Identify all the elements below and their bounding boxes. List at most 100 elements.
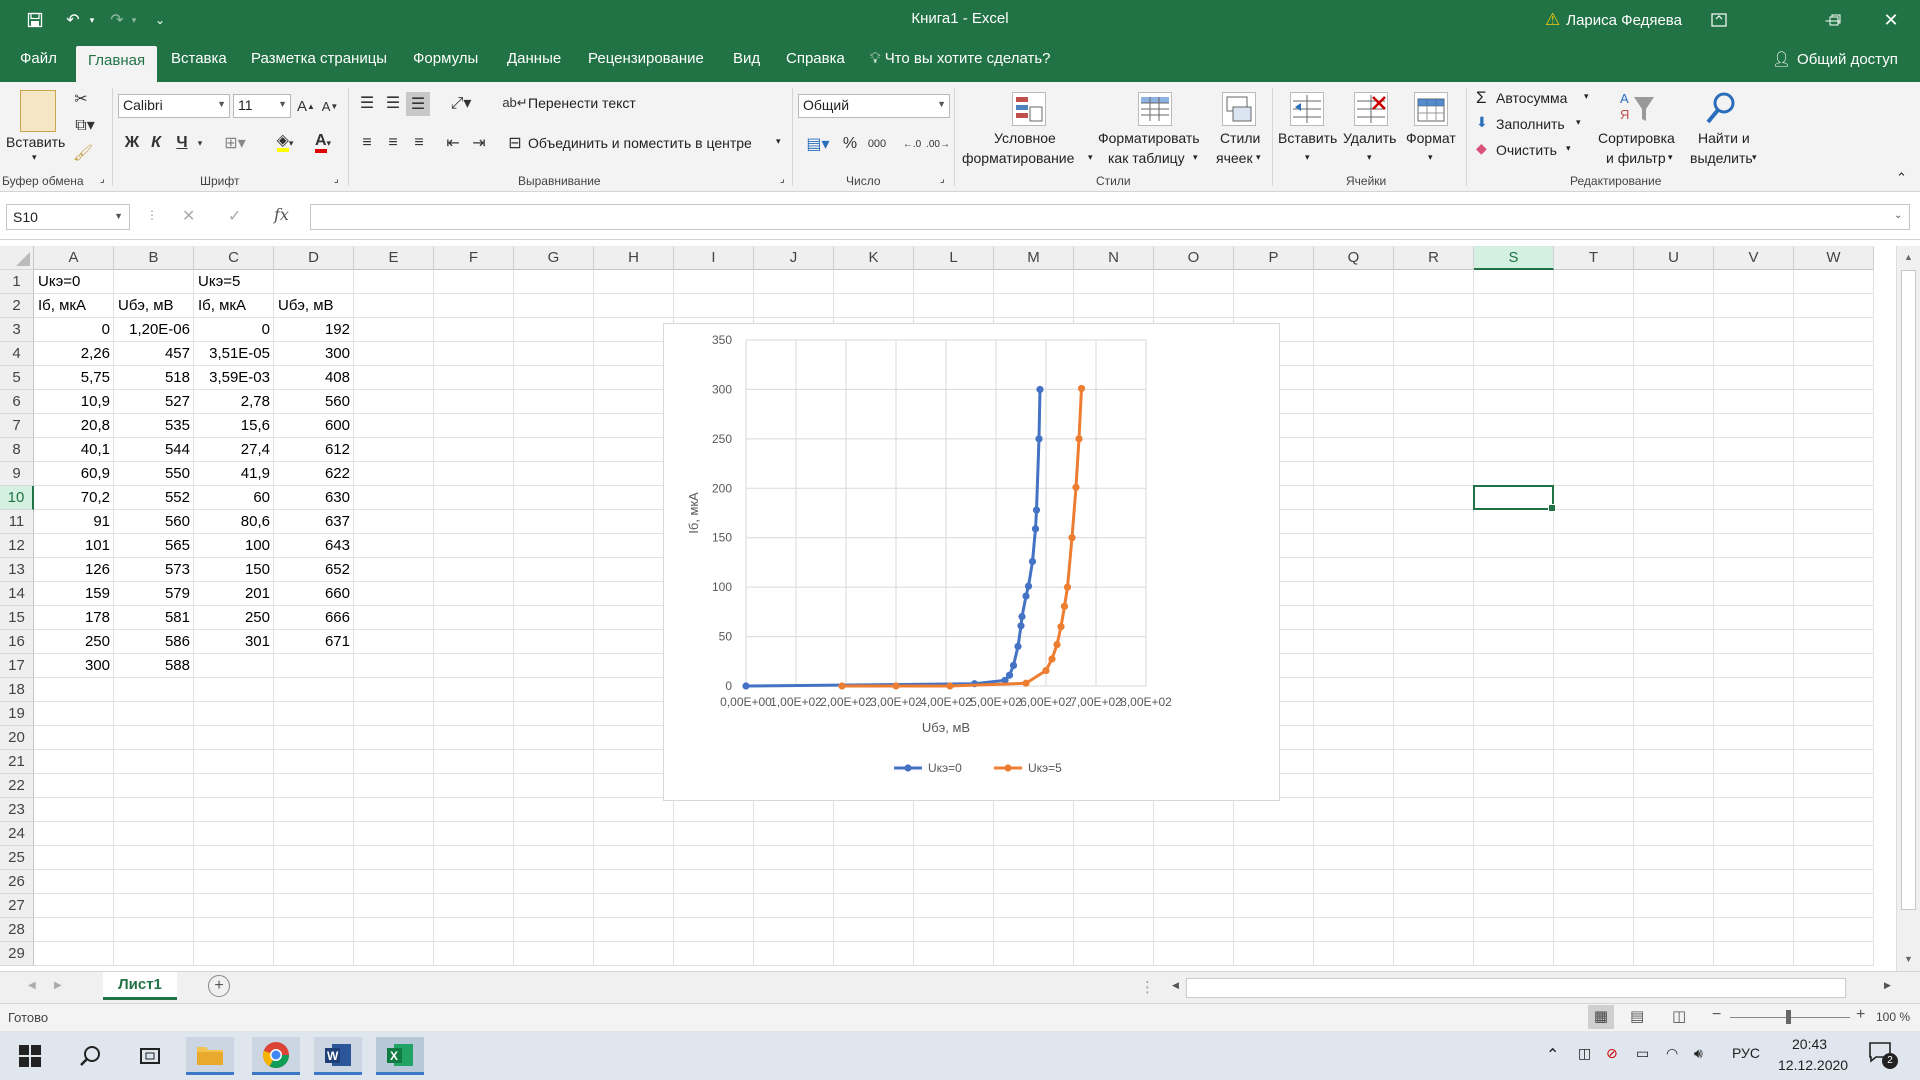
sheet-tab-1[interactable]: Лист1 — [103, 972, 177, 1000]
cell-b17[interactable]: 588 — [114, 654, 194, 678]
row-header-1[interactable]: 1 — [0, 270, 34, 294]
row-header-19[interactable]: 19 — [0, 702, 34, 726]
row-header-29[interactable]: 29 — [0, 942, 34, 966]
row-header-4[interactable]: 4 — [0, 342, 34, 366]
cell-a3[interactable]: 0 — [34, 318, 114, 342]
cell-a5[interactable]: 5,75 — [34, 366, 114, 390]
cell-c3[interactable]: 0 — [194, 318, 274, 342]
column-header-i[interactable]: I — [674, 246, 754, 270]
word-icon[interactable]: W — [314, 1037, 362, 1075]
zoom-in-icon[interactable]: + — [1856, 1006, 1865, 1024]
scroll-up-icon[interactable]: ▲ — [1904, 252, 1913, 262]
column-header-r[interactable]: R — [1394, 246, 1474, 270]
row-header-24[interactable]: 24 — [0, 822, 34, 846]
cell-d11[interactable]: 637 — [274, 510, 354, 534]
column-header-j[interactable]: J — [754, 246, 834, 270]
cell-d7[interactable]: 600 — [274, 414, 354, 438]
volume-icon[interactable]: 🔊︎ — [1694, 1045, 1703, 1062]
zoom-out-icon[interactable]: − — [1712, 1006, 1721, 1024]
column-header-h[interactable]: H — [594, 246, 674, 270]
cell-c9[interactable]: 41,9 — [194, 462, 274, 486]
row-header-6[interactable]: 6 — [0, 390, 34, 414]
tab-split-icon[interactable]: ⋮ — [1140, 978, 1155, 996]
borders-icon[interactable]: ⊞▾ — [218, 130, 252, 156]
cell-a12[interactable]: 101 — [34, 534, 114, 558]
add-sheet-icon[interactable]: + — [208, 975, 230, 997]
column-header-u[interactable]: U — [1634, 246, 1714, 270]
cancel-icon[interactable]: ✕ — [182, 206, 195, 226]
column-header-k[interactable]: K — [834, 246, 914, 270]
row-header-27[interactable]: 27 — [0, 894, 34, 918]
insert-function-button[interactable]: fx — [274, 205, 289, 224]
close-button[interactable]: ✕ — [1868, 0, 1914, 40]
language-indicator[interactable]: РУС — [1732, 1045, 1760, 1061]
row-header-21[interactable]: 21 — [0, 750, 34, 774]
clock-date[interactable]: 12.12.2020 — [1778, 1057, 1848, 1073]
copy-icon[interactable]: ⧉▾ — [70, 114, 100, 136]
row-header-16[interactable]: 16 — [0, 630, 34, 654]
cell-d3[interactable]: 192 — [274, 318, 354, 342]
row-header-15[interactable]: 15 — [0, 606, 34, 630]
redo-dropdown-icon[interactable]: ▾ — [128, 8, 140, 32]
bold-button[interactable]: Ж — [122, 130, 142, 156]
cell-a16[interactable]: 250 — [34, 630, 114, 654]
number-launcher-icon[interactable]: ⌟ — [940, 174, 945, 185]
cell-c13[interactable]: 150 — [194, 558, 274, 582]
tab-home[interactable]: Главная — [76, 46, 158, 82]
cell-a2[interactable]: Iб, мкА — [34, 294, 114, 318]
cell-d16[interactable]: 671 — [274, 630, 354, 654]
page-layout-view-icon[interactable]: ▤ — [1630, 1007, 1644, 1025]
cell-a14[interactable]: 159 — [34, 582, 114, 606]
decrease-decimal-icon[interactable]: .00→ — [926, 132, 950, 156]
scroll-left-icon[interactable]: ◀ — [1172, 980, 1179, 991]
row-header-14[interactable]: 14 — [0, 582, 34, 606]
cell-c12[interactable]: 100 — [194, 534, 274, 558]
row-header-13[interactable]: 13 — [0, 558, 34, 582]
cell-a7[interactable]: 20,8 — [34, 414, 114, 438]
meet-now-icon[interactable]: ◫ — [1578, 1045, 1591, 1062]
save-icon[interactable] — [22, 8, 48, 32]
zoom-level[interactable]: 100 % — [1876, 1010, 1910, 1024]
column-header-b[interactable]: B — [114, 246, 194, 270]
user-account[interactable]: ⚠ Лариса Федяева — [1545, 10, 1682, 30]
vertical-scroll-thumb[interactable] — [1901, 270, 1916, 910]
enter-icon[interactable]: ✓ — [228, 206, 241, 226]
align-top-icon[interactable]: ☰ — [356, 92, 378, 114]
column-header-s[interactable]: S — [1474, 246, 1554, 270]
expand-formula-bar-icon[interactable]: ⌄ — [1894, 210, 1902, 221]
select-all-corner[interactable] — [0, 246, 34, 270]
name-box-dropdown-icon[interactable]: ▼ — [114, 211, 123, 221]
column-header-w[interactable]: W — [1794, 246, 1874, 270]
row-header-5[interactable]: 5 — [0, 366, 34, 390]
cell-b10[interactable]: 552 — [114, 486, 194, 510]
cell-c5[interactable]: 3,59E-03 — [194, 366, 274, 390]
formula-input[interactable] — [310, 204, 1910, 230]
row-header-25[interactable]: 25 — [0, 846, 34, 870]
tab-page-layout[interactable]: Разметка страницы — [251, 50, 387, 67]
row-header-3[interactable]: 3 — [0, 318, 34, 342]
network-error-icon[interactable]: ⊘ — [1606, 1045, 1618, 1062]
align-left-icon[interactable]: ≡ — [356, 132, 378, 154]
cell-d9[interactable]: 622 — [274, 462, 354, 486]
tab-formulas[interactable]: Формулы — [413, 50, 478, 67]
row-header-20[interactable]: 20 — [0, 726, 34, 750]
task-view-icon[interactable] — [126, 1037, 174, 1075]
alignment-launcher-icon[interactable]: ⌟ — [780, 174, 785, 185]
cell-a11[interactable]: 91 — [34, 510, 114, 534]
cell-c10[interactable]: 60 — [194, 486, 274, 510]
accounting-format-icon[interactable]: ▤▾ — [800, 132, 836, 156]
italic-button[interactable]: К — [146, 130, 166, 156]
decrease-indent-icon[interactable]: ⇤ — [442, 132, 464, 154]
cell-d12[interactable]: 643 — [274, 534, 354, 558]
cell-c2[interactable]: Iб, мкА — [194, 294, 274, 318]
font-name-select[interactable]: Calibri ▼ — [118, 94, 230, 118]
page-break-view-icon[interactable]: ◫ — [1672, 1007, 1686, 1025]
cell-d6[interactable]: 560 — [274, 390, 354, 414]
cell-a6[interactable]: 10,9 — [34, 390, 114, 414]
file-explorer-icon[interactable] — [186, 1037, 234, 1075]
row-header-2[interactable]: 2 — [0, 294, 34, 318]
align-center-icon[interactable]: ≡ — [382, 132, 404, 154]
column-header-q[interactable]: Q — [1314, 246, 1394, 270]
cell-b9[interactable]: 550 — [114, 462, 194, 486]
clock-time[interactable]: 20:43 — [1792, 1036, 1827, 1052]
